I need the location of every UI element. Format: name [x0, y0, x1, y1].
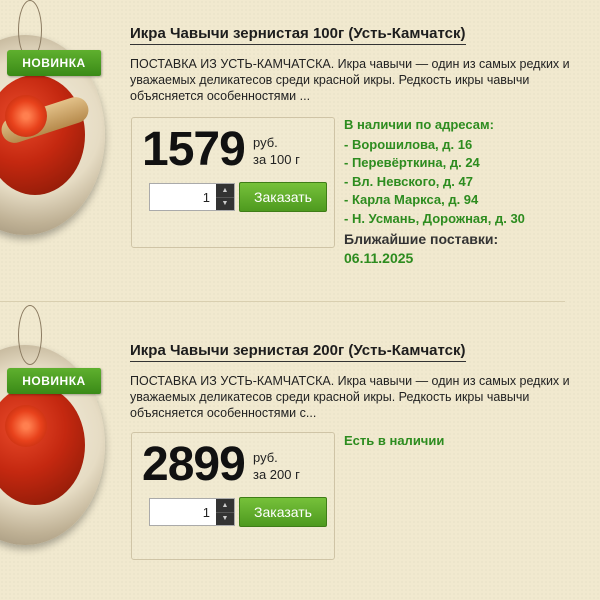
address-item: - Ворошилова, д. 16: [344, 136, 473, 152]
per-unit-label: за 200 г: [253, 467, 300, 482]
address-item: - Вл. Невского, д. 47: [344, 173, 473, 189]
badge-hanger: [18, 305, 42, 365]
availability-block: Есть в наличии: [344, 432, 444, 452]
product-title[interactable]: Икра Чавычи зернистая 200г (Усть-Камчатс…: [130, 342, 466, 362]
divider: [0, 301, 565, 302]
delivery-date: 06.11.2025: [344, 249, 414, 266]
arrow-down-icon[interactable]: ▼: [216, 513, 234, 526]
price-box: 2899 руб. за 200 г ▲ ▼ Заказать: [131, 432, 335, 560]
price-unit: руб. за 100 г: [253, 134, 300, 168]
address-item: - Карла Маркса, д. 94: [344, 192, 479, 207]
new-badge: НОВИНКА: [7, 50, 101, 76]
currency-label: руб.: [253, 450, 278, 465]
order-button[interactable]: Заказать: [239, 497, 327, 527]
product-card: НОВИНКА Икра Чавычи зернистая 100г (Усть…: [0, 0, 600, 300]
quantity-input[interactable]: [150, 499, 216, 525]
arrow-down-icon[interactable]: ▼: [216, 198, 234, 211]
currency-label: руб.: [253, 135, 278, 150]
price-value: 2899: [142, 438, 246, 491]
per-unit-label: за 100 г: [253, 152, 300, 167]
product-title[interactable]: Икра Чавычи зернистая 100г (Усть-Камчатс…: [130, 25, 466, 45]
product-description: ПОСТАВКА ИЗ УСТЬ-КАМЧАТСКА. Икра чавычи …: [130, 374, 570, 420]
availability-block: В наличии по адресам: - Ворошилова, д. 1…: [344, 116, 525, 267]
address-item: - Н. Усмань, Дорожная, д. 30: [344, 210, 525, 226]
delivery-title: Ближайшие поставки:: [344, 231, 499, 247]
new-badge: НОВИНКА: [7, 368, 101, 394]
availability-title: Есть в наличии: [344, 433, 445, 448]
product-card: НОВИНКА Икра Чавычи зернистая 200г (Усть…: [0, 305, 600, 600]
availability-title: В наличии по адресам:: [344, 117, 494, 132]
quantity-stepper[interactable]: ▲ ▼: [149, 183, 235, 211]
price-value: 1579: [142, 123, 246, 176]
price-unit: руб. за 200 г: [253, 449, 300, 483]
product-description: ПОСТАВКА ИЗ УСТЬ-КАМЧАТСКА. Икра чавычи …: [130, 57, 570, 103]
arrow-up-icon[interactable]: ▲: [216, 499, 234, 513]
quantity-stepper[interactable]: ▲ ▼: [149, 498, 235, 526]
quantity-input[interactable]: [150, 184, 216, 210]
price-box: 1579 руб. за 100 г ▲ ▼ Заказать: [131, 117, 335, 248]
order-button[interactable]: Заказать: [239, 182, 327, 212]
address-item: - Перевёрткина, д. 24: [344, 155, 480, 170]
arrow-up-icon[interactable]: ▲: [216, 184, 234, 198]
